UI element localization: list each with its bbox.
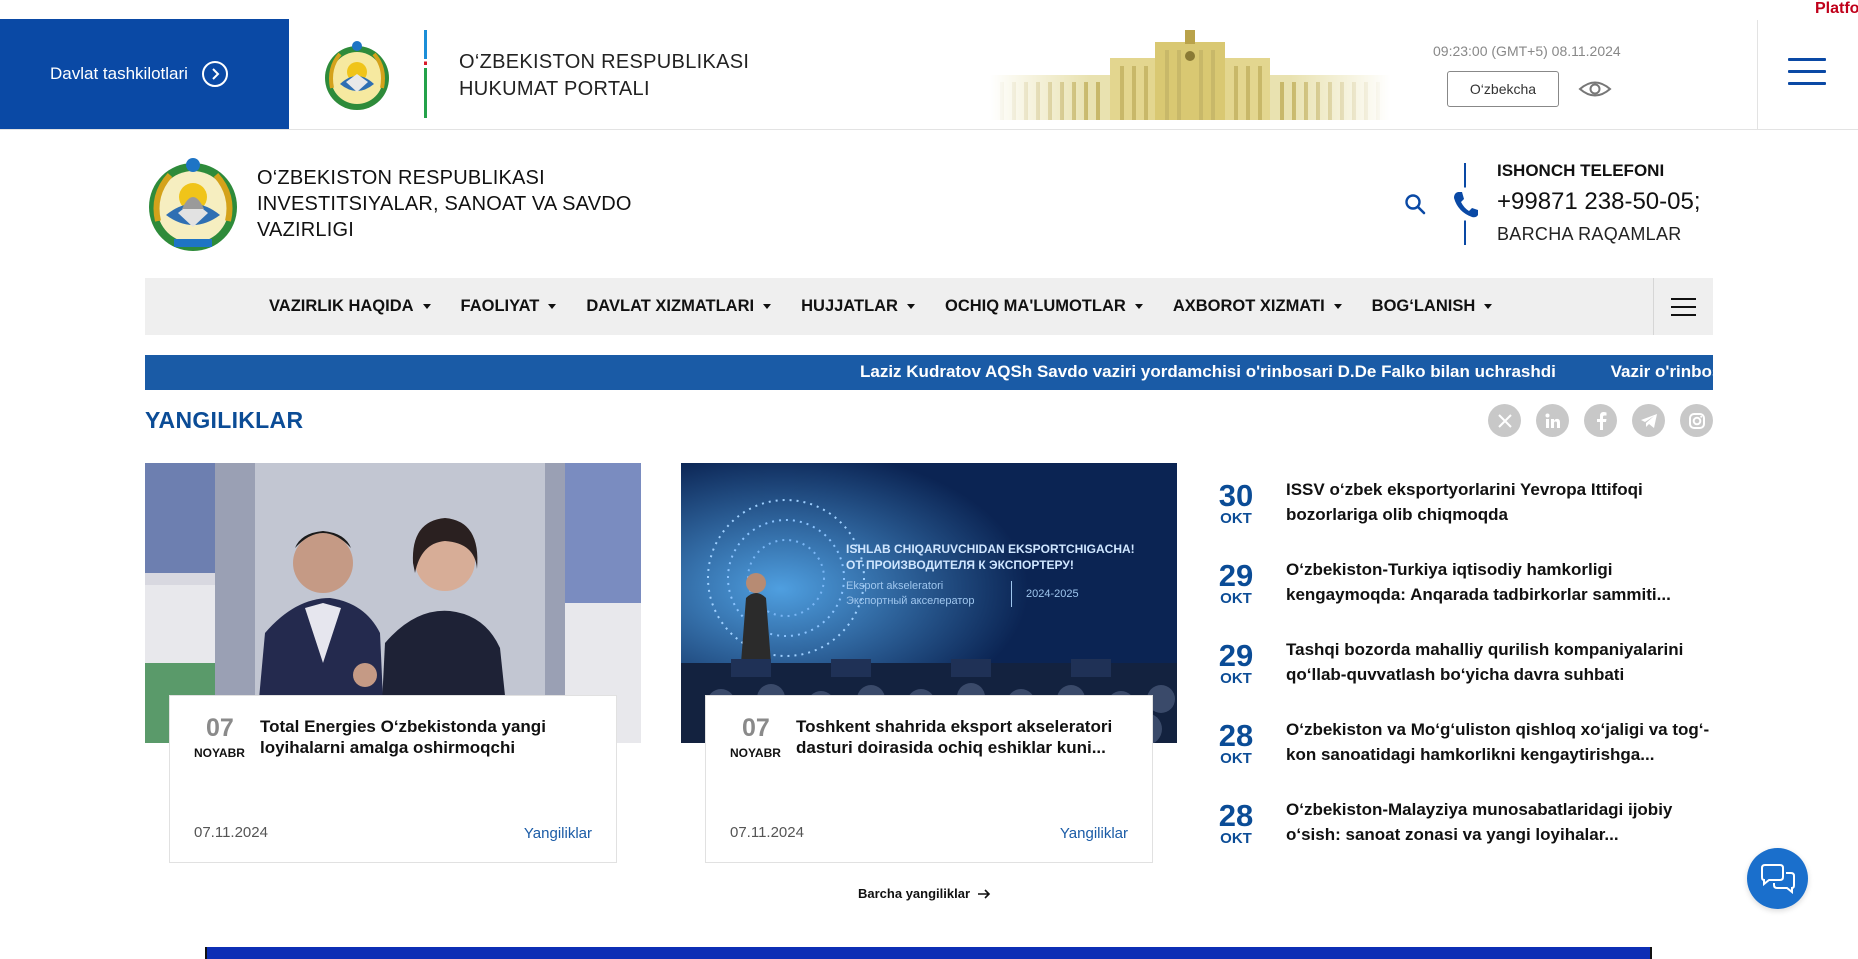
ticker-item[interactable]: Vazir o'rinbosa	[1611, 362, 1713, 381]
banner-line2: ОТ ПРОИЗВОДИТЕЛЯ К ЭКСПОРТЕРУ!	[846, 558, 1074, 572]
news-list-title[interactable]: O‘zbekiston-Malayziya munosabatlaridagi …	[1286, 797, 1716, 847]
ministry-emblem-icon[interactable]	[144, 155, 242, 253]
news-card-body: 07 NOYABR Toshkent shahrida eksport akse…	[705, 695, 1153, 863]
main-menu-button[interactable]	[1788, 58, 1826, 88]
news-list-month: OKT	[1220, 670, 1252, 687]
news-list-title[interactable]: Tashqi bozorda mahalliy qurilish kompani…	[1286, 637, 1716, 687]
arrow-right-icon	[978, 888, 991, 899]
news-list-item[interactable]: 28 OKT O‘zbekiston va Mo‘g‘uliston qishl…	[1212, 713, 1717, 793]
caret-down-icon	[548, 304, 557, 309]
nav-item-services[interactable]: DAVLAT XIZMATLARI	[586, 297, 772, 316]
news-list-item[interactable]: 28 OKT O‘zbekiston-Malayziya munosabatla…	[1212, 793, 1717, 873]
news-list-month: OKT	[1220, 510, 1252, 527]
hotline-label: ISHONCH TELEFONI	[1497, 161, 1665, 180]
news-list-title[interactable]: ISSV o‘zbek eksportyorlarini Yevropa Itt…	[1286, 477, 1716, 527]
news-ticker: Laziz Kudratov AQSh Savdo vaziri yordamc…	[145, 355, 1713, 390]
caret-down-icon	[1484, 304, 1493, 309]
news-day: 07	[742, 714, 770, 742]
news-list-item[interactable]: 30 OKT ISSV o‘zbek eksportyorlarini Yevr…	[1212, 473, 1717, 553]
search-icon[interactable]	[1404, 193, 1426, 215]
hotline-number[interactable]: +99871 238-50-05;	[1497, 188, 1701, 216]
caret-down-icon	[422, 304, 431, 309]
chevron-right-circle-icon	[201, 61, 228, 87]
news-title[interactable]: Toshkent shahrida eksport akseleratori d…	[796, 716, 1136, 758]
news-list-day: 29	[1218, 638, 1254, 673]
news-list-month: OKT	[1220, 830, 1252, 847]
news-list-day: 28	[1218, 798, 1254, 833]
eye-icon[interactable]	[1578, 80, 1612, 98]
news-list: 30 OKT ISSV o‘zbek eksportyorlarini Yevr…	[1212, 473, 1717, 873]
social-links	[1488, 404, 1713, 437]
nav-item-contact[interactable]: BOG‘LANISH	[1372, 297, 1493, 316]
menu-line	[1788, 70, 1826, 73]
nav-menu-button[interactable]	[1653, 278, 1713, 335]
news-day: 07	[206, 714, 234, 742]
news-category-link[interactable]: Yangiliklar	[524, 825, 592, 842]
nav-item-press-service[interactable]: AXBOROT XIZMATI	[1173, 297, 1342, 316]
bottom-banner[interactable]	[205, 947, 1652, 959]
caret-down-icon	[906, 304, 915, 309]
menu-line	[1671, 297, 1696, 300]
telegram-icon[interactable]	[1632, 404, 1665, 437]
chat-button[interactable]	[1747, 848, 1808, 909]
nav-item-about[interactable]: VAZIRLIK HAQIDA	[269, 297, 431, 316]
linkedin-icon[interactable]	[1536, 404, 1569, 437]
all-numbers-link[interactable]: BARCHA RAQAMLAR	[1497, 224, 1682, 245]
caret-down-icon	[763, 304, 772, 309]
facebook-icon[interactable]	[1584, 404, 1617, 437]
phone-icon	[1454, 192, 1478, 218]
news-card-body: 07 NOYABR Total Energies O‘zbekistonda y…	[169, 695, 617, 863]
nav-item-activity[interactable]: FAOLIYAT	[461, 297, 557, 316]
news-date: 07.11.2024	[194, 824, 268, 841]
nav-item-open-data[interactable]: OCHIQ MA'LUMOTLAR	[945, 297, 1143, 316]
main-navigation: VAZIRLIK HAQIDA FAOLIYAT DAVLAT XIZMATLA…	[145, 278, 1713, 335]
banner-years: 2024-2025	[1026, 588, 1079, 600]
flag-divider	[424, 30, 427, 118]
platform-corner-label[interactable]: Platfo	[1815, 0, 1858, 18]
nav-item-documents[interactable]: HUJJATLAR	[801, 297, 915, 316]
news-list-day: 28	[1218, 718, 1254, 753]
current-datetime: 09:23:00 (GMT+5) 08.11.2024	[1433, 43, 1621, 59]
news-list-title[interactable]: O‘zbekiston-Turkiya iqtisodiy hamkorligi…	[1286, 557, 1716, 607]
menu-line	[1788, 58, 1826, 61]
banner-line1: ISHLAB CHIQARUVCHIDAN EKSPORTCHIGACHA!	[846, 542, 1135, 556]
news-list-month: OKT	[1220, 750, 1252, 767]
portal-title[interactable]: O‘ZBEKISTON RESPUBLIKASI HUKUMAT PORTALI	[459, 49, 749, 103]
instagram-icon[interactable]	[1680, 404, 1713, 437]
news-month: NOYABR	[194, 746, 245, 760]
menu-line	[1671, 305, 1696, 308]
language-select[interactable]: O‘zbekcha	[1447, 71, 1559, 107]
news-category-link[interactable]: Yangiliklar	[1060, 825, 1128, 842]
government-organizations-button[interactable]: Davlat tashkilotlari	[0, 19, 289, 129]
chat-bubbles-icon	[1760, 863, 1795, 894]
ticker-item[interactable]: Laziz Kudratov AQSh Savdo vaziri yordamc…	[860, 362, 1556, 381]
all-news-label: Barcha yangiliklar	[858, 886, 970, 901]
government-building-illustration	[990, 30, 1390, 120]
news-list-day: 29	[1218, 558, 1254, 593]
news-month: NOYABR	[730, 746, 781, 760]
news-list-item[interactable]: 29 OKT O‘zbekiston-Turkiya iqtisodiy ham…	[1212, 553, 1717, 633]
government-organizations-label: Davlat tashkilotlari	[50, 64, 188, 83]
news-list-month: OKT	[1220, 590, 1252, 607]
news-date: 07.11.2024	[730, 824, 804, 841]
x-icon[interactable]	[1488, 404, 1521, 437]
government-portal-bar: Davlat tashkilotlari O‘ZBEKISTON RESPUBL…	[0, 0, 1858, 130]
news-list-title[interactable]: O‘zbekiston va Mo‘g‘uliston qishloq xo‘j…	[1286, 717, 1716, 767]
all-news-link[interactable]: Barcha yangiliklar	[858, 886, 991, 901]
caret-down-icon	[1333, 304, 1342, 309]
banner-line4: Экспортный акселератор	[846, 595, 975, 607]
menu-line	[1788, 82, 1826, 85]
caret-down-icon	[1134, 304, 1143, 309]
topbar-divider	[1757, 20, 1758, 130]
news-list-item[interactable]: 29 OKT Tashqi bozorda mahalliy qurilish …	[1212, 633, 1717, 713]
news-list-day: 30	[1218, 478, 1254, 513]
banner-line3: Eksport akseleratori	[846, 580, 943, 592]
menu-line	[1671, 313, 1696, 316]
state-emblem-icon[interactable]	[320, 38, 394, 112]
news-card[interactable]: 07 NOYABR Total Energies O‘zbekistonda y…	[145, 463, 641, 863]
news-section-title[interactable]: YANGILIKLAR	[145, 407, 303, 434]
news-title[interactable]: Total Energies O‘zbekistonda yangi loyih…	[260, 716, 600, 758]
ministry-title[interactable]: O‘ZBEKISTON RESPUBLIKASI INVESTITSIYALAR…	[257, 165, 677, 243]
news-card[interactable]: ISHLAB CHIQARUVCHIDAN EKSPORTCHIGACHA! О…	[681, 463, 1177, 863]
